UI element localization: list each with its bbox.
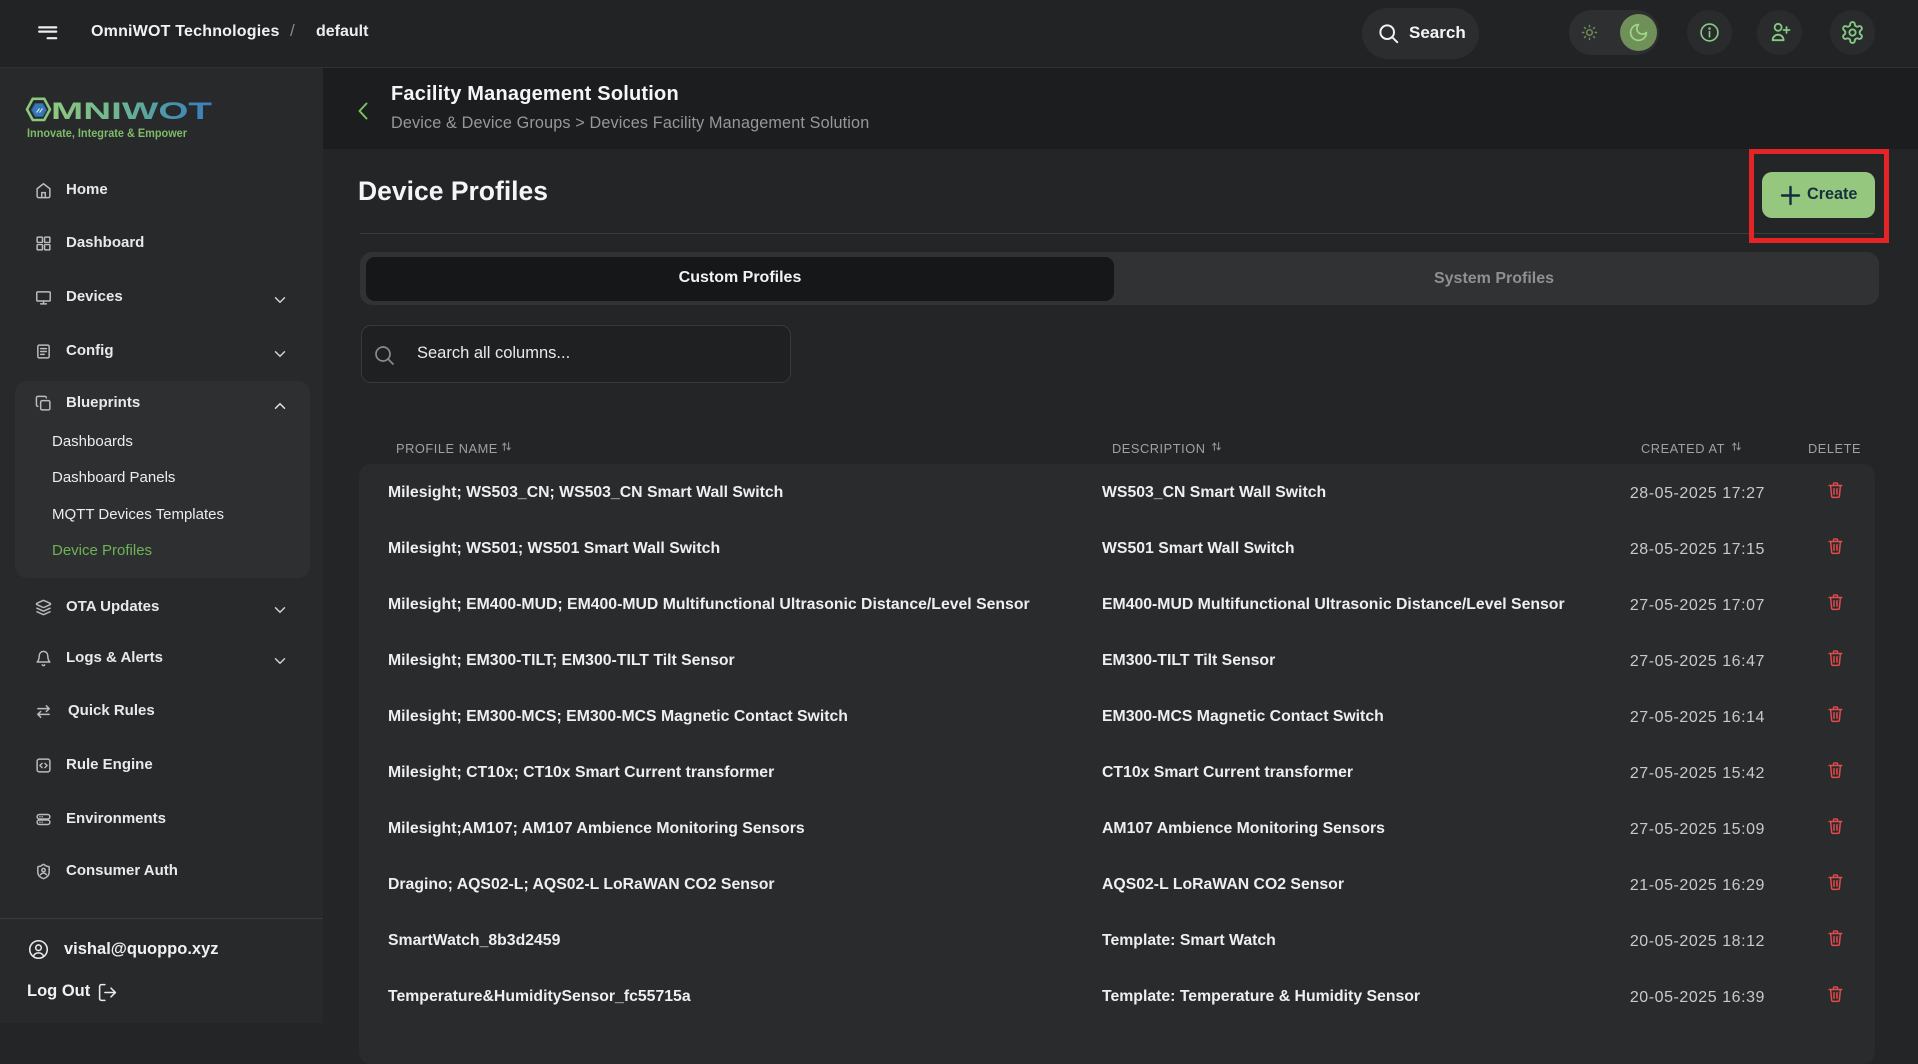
svg-text:Innovate, Integrate & Empower: Innovate, Integrate & Empower xyxy=(27,128,187,140)
svg-text:MNIWOT: MNIWOT xyxy=(51,98,213,125)
